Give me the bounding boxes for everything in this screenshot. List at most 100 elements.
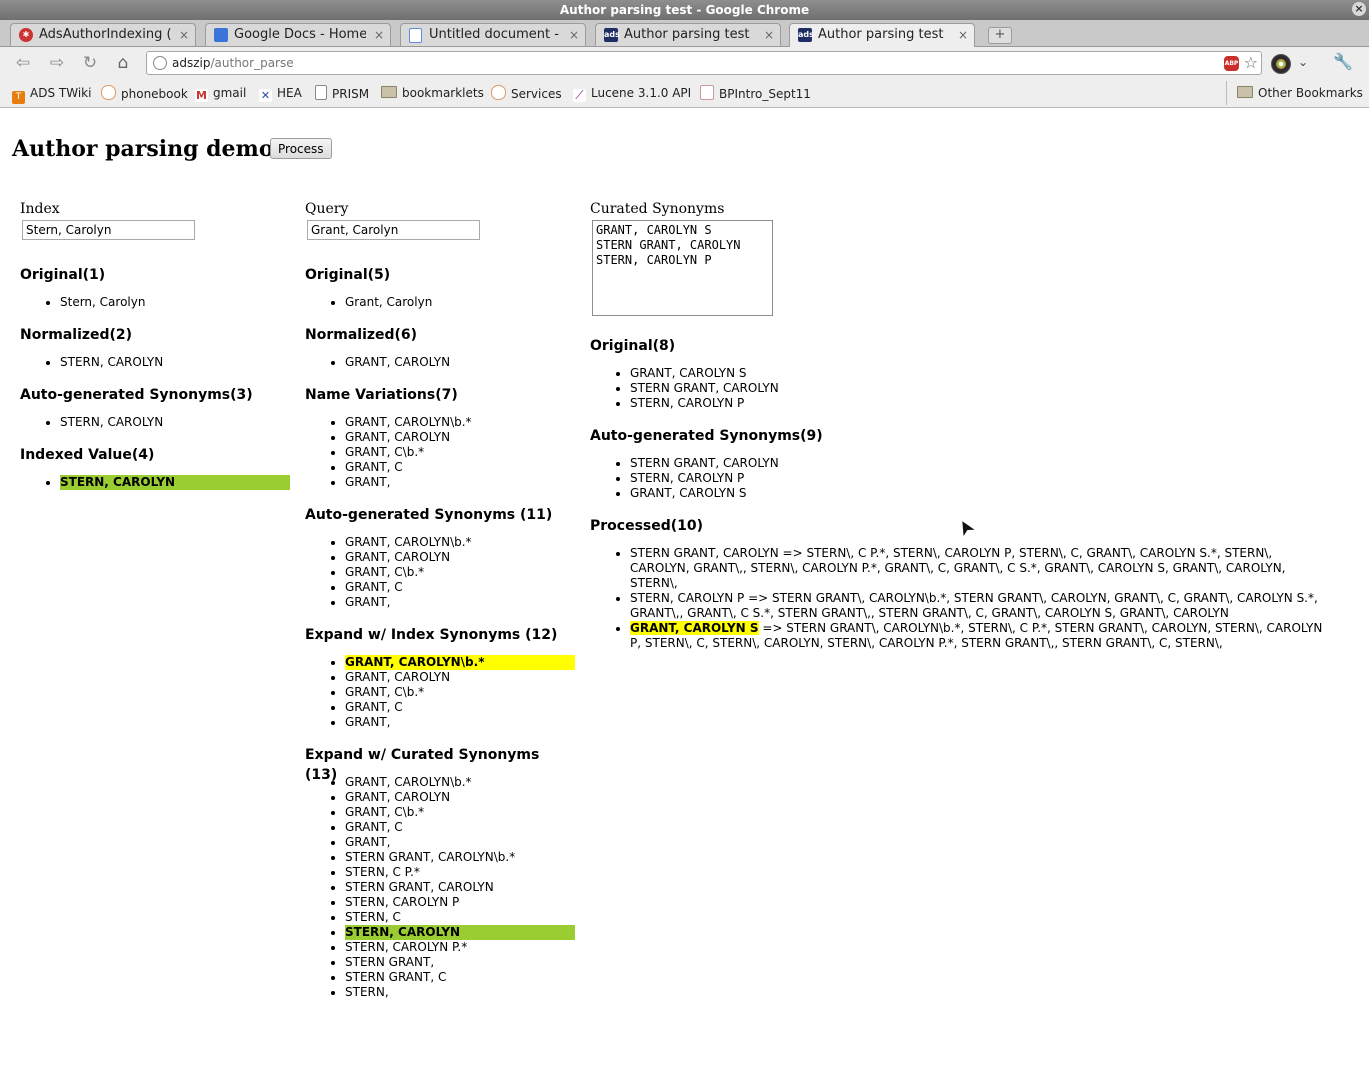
list-item: GRANT, C\b.* <box>345 805 575 820</box>
page-icon <box>315 85 327 100</box>
result-list: STERN, CAROLYN <box>20 355 290 370</box>
bookmark-bookmarklets[interactable]: bookmarklets <box>381 85 484 101</box>
index-column: Index Original(1) Stern, Carolyn Normali… <box>20 200 290 490</box>
back-arrow-icon[interactable]: ⇦ <box>12 53 34 73</box>
result-list: Stern, Carolyn <box>20 295 290 310</box>
list-item: STERN, C P.* <box>345 865 575 880</box>
process-button[interactable]: Process <box>270 138 332 159</box>
list-item: Grant, Carolyn <box>345 295 575 310</box>
list-item: GRANT, CAROLYN <box>345 355 575 370</box>
section-heading: Normalized(2) <box>20 327 133 343</box>
list-item: GRANT, CAROLYN <box>345 430 575 445</box>
bpintro-icon <box>700 85 714 100</box>
bookmark-star-icon[interactable]: ☆ <box>1244 53 1258 72</box>
curated-label: Curated Synonyms <box>590 201 725 217</box>
index-input[interactable] <box>22 220 195 240</box>
list-item: STERN, CAROLYN <box>60 475 290 490</box>
bookmark-ads-twiki[interactable]: T ADS TWiki <box>12 85 91 104</box>
tab-adsauthorindexing[interactable]: ✱ AdsAuthorIndexing (ed × <box>10 23 196 46</box>
section-heading: Auto-generated Synonyms(3) <box>20 387 253 403</box>
query-input[interactable] <box>307 220 480 240</box>
adblock-plus-icon[interactable]: ABP <box>1224 56 1239 71</box>
address-bar[interactable]: adszip/author_parse ABP ☆ <box>146 51 1262 75</box>
home-icon[interactable]: ⌂ <box>112 53 134 73</box>
list-item: GRANT, C <box>345 700 575 715</box>
processed-match-highlight: GRANT, CAROLYN S <box>630 621 759 635</box>
tab-close-icon[interactable]: × <box>374 24 384 46</box>
list-item: GRANT, C\b.* <box>345 685 575 700</box>
bookmark-bpintro[interactable]: BPIntro_Sept11 <box>700 85 811 102</box>
list-item: STERN, CAROLYN P <box>630 396 1330 411</box>
result-list: GRANT, CAROLYN\b.* GRANT, CAROLYN GRANT,… <box>305 535 575 610</box>
list-item: GRANT, <box>345 475 575 490</box>
section-heading: Expand w/ Curated Synonyms (13) <box>305 747 540 783</box>
list-item: GRANT, CAROLYN <box>345 550 575 565</box>
list-item: STERN, C <box>345 910 575 925</box>
phonebook-icon <box>101 85 116 100</box>
result-list: GRANT, CAROLYN\b.* GRANT, CAROLYN GRANT,… <box>305 775 575 1000</box>
gmail-icon: M <box>195 89 208 102</box>
bookmark-gmail[interactable]: Mgmail <box>195 85 246 102</box>
index-match-highlight: GRANT, CAROLYN\b.* <box>345 655 575 670</box>
result-list: GRANT, CAROLYN\b.* GRANT, CAROLYN GRANT,… <box>305 415 575 490</box>
list-item: STERN, CAROLYN <box>345 925 575 940</box>
list-item: STERN GRANT, CAROLYN <box>630 456 1330 471</box>
indexed-value-highlight: STERN, CAROLYN <box>60 475 290 490</box>
list-item: STERN GRANT, <box>345 955 575 970</box>
services-icon <box>491 85 506 100</box>
list-item: GRANT, <box>345 595 575 610</box>
tab-close-icon[interactable]: × <box>179 24 189 46</box>
tab-author-parsing-test-active[interactable]: ads Author parsing test × <box>789 23 975 47</box>
list-item: GRANT, CAROLYN S <box>630 486 1330 501</box>
window-close-button[interactable]: × <box>1352 2 1366 16</box>
chevron-down-icon[interactable]: ⌄ <box>1298 55 1308 69</box>
twiki-icon: ✱ <box>19 28 33 42</box>
document-icon <box>409 28 422 43</box>
section-heading: Indexed Value(4) <box>20 447 155 463</box>
bookmark-services[interactable]: Services <box>491 85 562 102</box>
section-heading: Original(5) <box>305 267 391 283</box>
section-heading: Normalized(6) <box>305 327 418 343</box>
tab-google-docs-home[interactable]: Google Docs - Home × <box>205 23 391 46</box>
list-item: GRANT, C\b.* <box>345 565 575 580</box>
list-item: STERN, CAROLYN <box>60 415 290 430</box>
list-item: GRANT, CAROLYN\b.* <box>345 415 575 430</box>
list-item: STERN GRANT, CAROLYN => STERN\, C P.*, S… <box>630 546 1330 591</box>
url-text[interactable]: adszip/author_parse <box>172 52 294 74</box>
tab-untitled-document[interactable]: Untitled document - Go × <box>400 23 586 46</box>
result-list: GRANT, CAROLYN S STERN GRANT, CAROLYN ST… <box>590 366 1330 411</box>
section-heading: Expand w/ Index Synonyms (12) <box>305 627 558 643</box>
list-item: GRANT, CAROLYN\b.* <box>345 775 575 790</box>
tab-close-icon[interactable]: × <box>958 24 968 46</box>
twiki-icon: T <box>12 91 25 104</box>
new-tab-button[interactable]: + <box>988 27 1012 44</box>
list-item: Stern, Carolyn <box>60 295 290 310</box>
list-item: GRANT, <box>345 835 575 850</box>
section-heading: Original(1) <box>20 267 106 283</box>
list-item: GRANT, CAROLYN <box>345 790 575 805</box>
query-column: Query Original(5) Grant, Carolyn Normali… <box>305 200 575 1000</box>
window-title: Author parsing test - Google Chrome <box>559 3 810 17</box>
list-item: GRANT, CAROLYN\b.* <box>345 535 575 550</box>
forward-arrow-icon[interactable]: ⇨ <box>46 53 68 73</box>
extension-icon[interactable] <box>1271 54 1291 74</box>
bookmark-lucene-api[interactable]: ⟋ Lucene 3.1.0 API <box>573 85 691 102</box>
curated-synonyms-textarea[interactable]: GRANT, CAROLYN S STERN GRANT, CAROLYN ST… <box>592 220 773 316</box>
bookmark-other-bookmarks[interactable]: Other Bookmarks <box>1237 85 1363 101</box>
bookmark-phonebook[interactable]: phonebook <box>101 85 188 102</box>
tab-close-icon[interactable]: × <box>764 24 774 46</box>
section-heading: Name Variations(7) <box>305 387 458 403</box>
google-docs-icon <box>214 28 228 42</box>
bookmark-hea[interactable]: ✕ HEA <box>259 85 302 102</box>
section-heading: Auto-generated Synonyms (11) <box>305 507 553 523</box>
feather-icon: ⟋ <box>573 89 586 102</box>
ads-icon: ads <box>604 28 620 42</box>
window-titlebar: Author parsing test - Google Chrome × <box>0 0 1369 20</box>
list-item: STERN GRANT, C <box>345 970 575 985</box>
reload-icon[interactable]: ↻ <box>79 53 101 73</box>
tab-author-parsing-test-1[interactable]: ads Author parsing test × <box>595 23 781 46</box>
wrench-icon[interactable]: 🔧 <box>1333 52 1353 71</box>
tab-close-icon[interactable]: × <box>569 24 579 46</box>
bookmark-prism[interactable]: PRISM <box>315 85 369 102</box>
globe-icon <box>153 56 167 70</box>
